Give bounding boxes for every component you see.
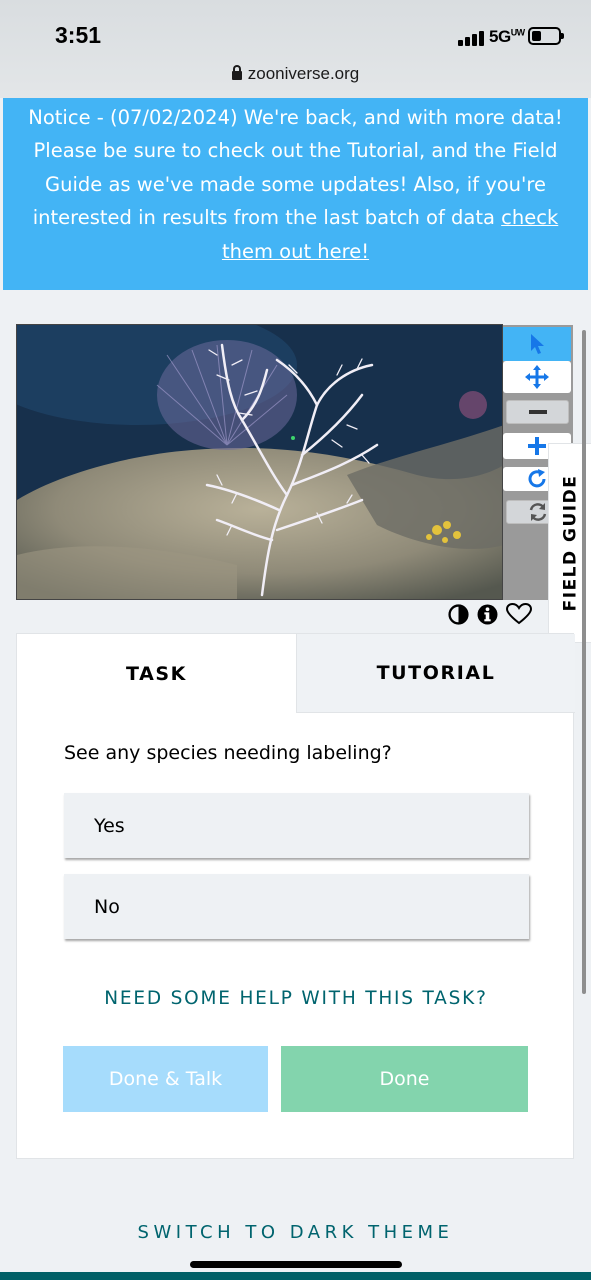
- done-button[interactable]: Done: [281, 1046, 528, 1112]
- signal-strength-icon: [458, 30, 486, 46]
- answer-label: No: [94, 895, 120, 918]
- status-time: 3:51: [55, 22, 102, 48]
- move-tool-button[interactable]: [503, 361, 571, 393]
- task-help-link[interactable]: NEED SOME HELP WITH THIS TASK?: [17, 988, 575, 1009]
- switch-dark-theme-link[interactable]: SWITCH TO DARK THEME: [0, 1222, 591, 1243]
- contrast-icon[interactable]: [448, 603, 469, 629]
- move-icon: [525, 365, 549, 389]
- subject-meta-icons: [448, 602, 533, 629]
- subject-image[interactable]: [16, 324, 503, 600]
- task-panel: TASK TUTORIAL See any species needing la…: [16, 633, 575, 1159]
- url-bar[interactable]: zooniverse.org: [0, 64, 591, 84]
- network-label: 5GUW: [489, 27, 525, 46]
- pointer-tool-button[interactable]: [503, 327, 571, 361]
- task-question: See any species needing labeling?: [64, 742, 392, 764]
- rotate-icon: [528, 469, 546, 488]
- page-scrollbar[interactable]: [582, 330, 586, 994]
- answer-no-button[interactable]: No: [64, 874, 529, 939]
- done-and-talk-button[interactable]: Done & Talk: [63, 1046, 268, 1112]
- info-icon[interactable]: [477, 604, 498, 629]
- footer-bar: [0, 1272, 591, 1280]
- notice-banner: Notice - (07/02/2024) We're back, and wi…: [3, 98, 588, 290]
- battery-icon: [528, 27, 564, 45]
- coral-photo: [17, 325, 502, 599]
- reset-icon: [529, 503, 546, 521]
- heart-icon[interactable]: [505, 602, 533, 629]
- answer-label: Yes: [94, 814, 125, 837]
- lock-icon: [231, 65, 242, 80]
- url-text: zooniverse.org: [247, 64, 360, 83]
- tab-task[interactable]: TASK: [17, 634, 296, 713]
- home-indicator[interactable]: [190, 1261, 402, 1268]
- zoom-out-icon: [528, 410, 547, 414]
- field-guide-label: FIELD GUIDE: [560, 474, 581, 612]
- pointer-icon: [531, 334, 544, 354]
- answer-yes-button[interactable]: Yes: [64, 793, 529, 858]
- notice-text: Notice - (07/02/2024) We're back, and wi…: [28, 106, 563, 230]
- tab-tutorial[interactable]: TUTORIAL: [296, 634, 575, 713]
- browser-chrome: 3:51 5GUW zooniverse.org: [0, 0, 591, 98]
- zoom-out-button[interactable]: [506, 400, 569, 424]
- zoom-in-icon: [528, 437, 546, 455]
